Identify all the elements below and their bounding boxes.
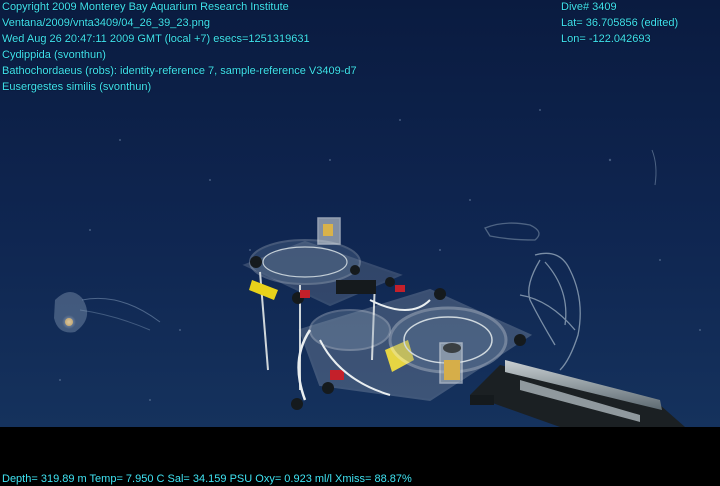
annotation-line: Cydippida (svonthun) [2, 49, 106, 61]
header-overlay: Copyright 2009 Monterey Bay Aquarium Res… [2, 0, 357, 95]
copyright-line: Copyright 2009 Monterey Bay Aquarium Res… [2, 1, 289, 13]
camera-frame: Copyright 2009 Monterey Bay Aquarium Res… [0, 0, 720, 486]
annotation-line: Eusergestes similis (svonthun) [2, 81, 152, 93]
sensor-readout: Depth= 319.89 m Temp= 7.950 C Sal= 34.15… [2, 473, 412, 485]
latitude: Lat= 36.705856 (edited) [561, 17, 679, 29]
timestamp-line: Wed Aug 26 20:47:11 2009 GMT (local +7) … [2, 33, 310, 45]
dive-number: Dive# 3409 [561, 1, 617, 13]
annotation-line: Bathochordaeus (robs): identity-referenc… [2, 65, 357, 77]
dive-info-overlay: Dive# 3409 Lat= 36.705856 (edited) Lon= … [561, 0, 678, 47]
longitude: Lon= -122.042693 [561, 33, 651, 45]
image-path-line: Ventana/2009/vnta3409/04_26_39_23.png [2, 17, 210, 29]
